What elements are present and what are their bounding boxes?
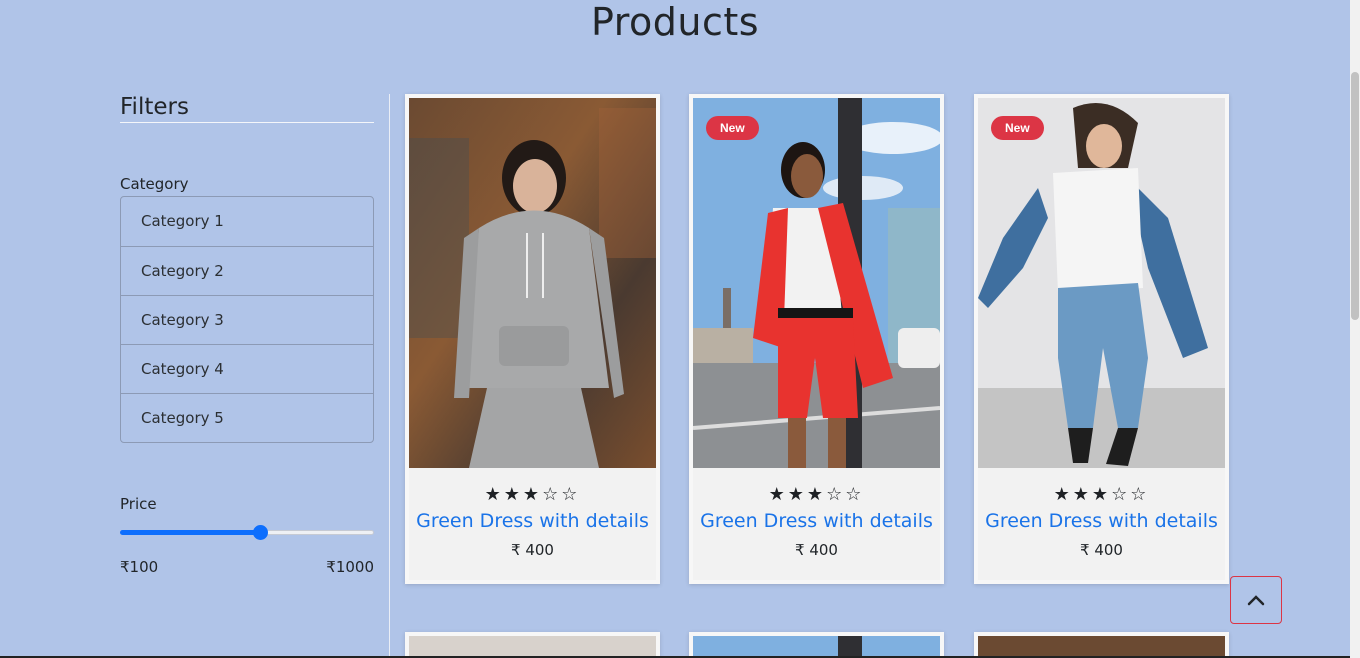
product-name-link[interactable]: Green Dress with details [409, 510, 656, 532]
chevron-up-icon [1247, 595, 1265, 606]
new-badge: New [706, 116, 759, 140]
star-empty-icon: ☆ [845, 484, 865, 505]
product-rating: ★★★☆☆ [693, 485, 940, 505]
product-photo-hoodie [409, 98, 656, 468]
product-image[interactable] [409, 636, 656, 658]
product-image[interactable] [978, 636, 1225, 658]
new-badge: New [991, 116, 1044, 140]
product-card[interactable] [689, 632, 944, 658]
product-image[interactable] [693, 636, 940, 658]
product-card[interactable] [405, 632, 660, 658]
star-filled-icon: ★ [1053, 484, 1073, 505]
price-slider-fill [120, 530, 260, 535]
page-scrollbar[interactable] [1350, 0, 1360, 658]
category-label: Category [120, 175, 189, 193]
star-filled-icon: ★ [768, 484, 788, 505]
price-max: ₹1000 [326, 558, 374, 576]
product-price: ₹ 400 [795, 541, 838, 559]
category-item-3[interactable]: Category 3 [121, 295, 373, 344]
star-filled-icon: ★ [503, 484, 523, 505]
star-filled-icon: ★ [484, 484, 504, 505]
star-filled-icon: ★ [787, 484, 807, 505]
category-item-1[interactable]: Category 1 [121, 197, 373, 246]
star-filled-icon: ★ [1091, 484, 1112, 505]
product-price: ₹ 400 [1080, 541, 1123, 559]
product-card[interactable]: New ★★★☆☆ Green Dress with details ₹ 400 [689, 94, 944, 584]
product-card[interactable]: ★★★☆☆ Green Dress with details ₹ 400 [405, 94, 660, 584]
star-filled-icon: ★ [806, 484, 827, 505]
category-item-5[interactable]: Category 5 [121, 393, 373, 442]
product-photo-denim [978, 98, 1225, 468]
price-label: Price [120, 495, 157, 513]
star-empty-icon: ☆ [542, 484, 562, 505]
product-image[interactable]: New [978, 98, 1225, 468]
star-empty-icon: ☆ [1111, 484, 1131, 505]
product-card[interactable] [974, 632, 1229, 658]
back-to-top-button[interactable] [1230, 576, 1282, 624]
scrollbar-thumb[interactable] [1351, 72, 1359, 320]
filters-title: Filters [120, 92, 374, 123]
product-price: ₹ 400 [511, 541, 554, 559]
product-image[interactable] [409, 98, 656, 468]
category-item-2[interactable]: Category 2 [121, 246, 373, 295]
product-rating: ★★★☆☆ [409, 485, 656, 505]
price-slider[interactable] [120, 522, 374, 542]
category-list: Category 1 Category 2 Category 3 Categor… [120, 196, 374, 443]
product-rating: ★★★☆☆ [978, 485, 1225, 505]
product-name-link[interactable]: Green Dress with details [693, 510, 940, 532]
price-range: ₹100 ₹1000 [120, 558, 374, 576]
page-title: Products [590, 0, 760, 44]
product-name-link[interactable]: Green Dress with details [978, 510, 1225, 532]
star-filled-icon: ★ [522, 484, 543, 505]
star-filled-icon: ★ [1072, 484, 1092, 505]
product-photo-red-suit [693, 98, 940, 468]
category-item-4[interactable]: Category 4 [121, 344, 373, 393]
price-slider-thumb[interactable] [252, 525, 268, 540]
sidebar-divider [389, 94, 390, 658]
price-min: ₹100 [120, 558, 159, 576]
product-card[interactable]: New ★★★☆☆ Green Dress with details ₹ 400 [974, 94, 1229, 584]
product-image[interactable]: New [693, 98, 940, 468]
star-empty-icon: ☆ [826, 484, 846, 505]
filters-sidebar: Filters Category Category 1 Category 2 C… [120, 92, 374, 576]
star-empty-icon: ☆ [561, 484, 581, 505]
star-empty-icon: ☆ [1130, 484, 1150, 505]
